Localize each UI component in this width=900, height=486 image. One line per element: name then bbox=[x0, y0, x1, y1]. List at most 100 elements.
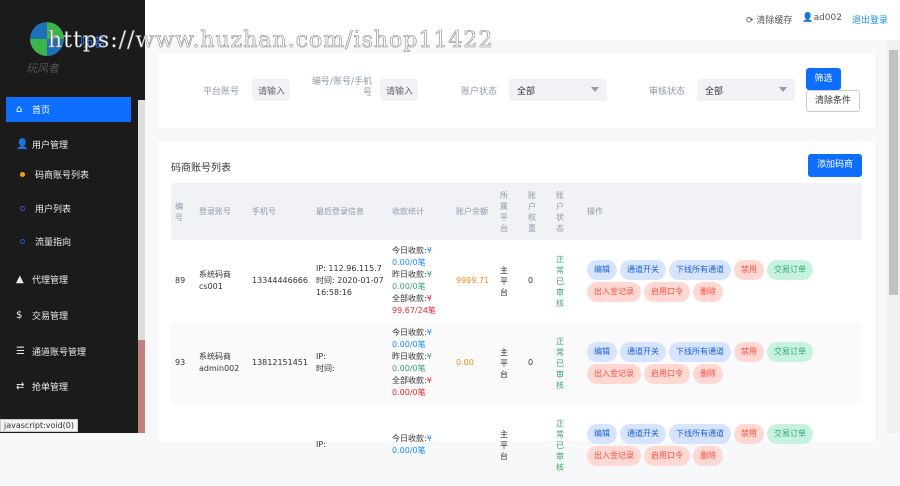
sidebar-item-user-management[interactable]: 👤 用户管理 bbox=[6, 132, 131, 157]
sidebar-item-channel[interactable]: ☰ 通道账号管理 bbox=[6, 339, 131, 364]
login-account: cs001 bbox=[199, 282, 223, 291]
action-button[interactable]: 出入金记录 bbox=[587, 364, 641, 384]
action-button[interactable]: 删除 bbox=[693, 446, 723, 466]
action-button[interactable]: 下线所有通道 bbox=[669, 424, 731, 444]
action-button[interactable]: 交易订单 bbox=[767, 424, 813, 444]
select-value: 全部 bbox=[705, 87, 724, 97]
column-header-label: 收款统计 bbox=[392, 207, 424, 216]
column-header: 所属平台 bbox=[496, 183, 524, 240]
action-button[interactable]: 通道开关 bbox=[620, 342, 666, 362]
cell-balance bbox=[452, 404, 496, 486]
label: 昨日收款: bbox=[392, 270, 427, 279]
cell-stats: 今日收款:¥ 0.00/0笔 昨日收款:¥ 0.00/0笔 全部收款:¥ 99.67/24… bbox=[388, 240, 452, 322]
sidebar-item-home[interactable]: ⌂ 首页 bbox=[6, 97, 131, 122]
column-header-label: 操作 bbox=[587, 207, 603, 216]
cell-id: 93 bbox=[171, 322, 195, 404]
action-button[interactable]: 编辑 bbox=[587, 424, 617, 444]
sidebar-item-merchant-list[interactable]: 码商账号列表 bbox=[6, 162, 131, 187]
cell-weight: 0 bbox=[524, 322, 552, 404]
chevron-down-icon bbox=[779, 87, 787, 96]
sidebar-item-traffic[interactable]: 流量指向 bbox=[6, 229, 131, 254]
clear-cache-button[interactable]: ⟳ 清除缓存 bbox=[746, 13, 792, 26]
action-button[interactable]: 下线所有通道 bbox=[669, 260, 731, 280]
add-merchant-button[interactable]: 添加码商 bbox=[808, 154, 862, 177]
label: 今日收款: bbox=[392, 328, 427, 337]
user-icon: 👤 bbox=[802, 13, 814, 23]
label: 今日收款: bbox=[392, 246, 427, 255]
column-header: 操作 bbox=[583, 183, 862, 240]
action-button[interactable]: 启用口令 bbox=[644, 282, 690, 302]
action-button[interactable]: 禁用 bbox=[734, 424, 764, 444]
weight: 0 bbox=[528, 276, 534, 285]
audit-status-label: 审核状态 bbox=[649, 87, 686, 97]
page-scrollbar[interactable] bbox=[887, 40, 900, 433]
page-scrollbar-thumb[interactable] bbox=[889, 50, 898, 295]
cell-phone: 13812151451 bbox=[248, 322, 312, 404]
sidebar-item-label: 流量指向 bbox=[35, 238, 72, 248]
phone: 13812151451 bbox=[252, 358, 308, 367]
action-button[interactable]: 通道开关 bbox=[620, 424, 666, 444]
filter-button[interactable]: 筛选 bbox=[806, 68, 841, 90]
user-menu[interactable]: 👤ad002 bbox=[802, 13, 842, 26]
action-button[interactable]: 出入金记录 bbox=[587, 446, 641, 466]
sidebar-item-label: 码商账号列表 bbox=[35, 171, 90, 181]
cell-login-info: IP: 112.96.115.7 时间: 2020-01-07 16:58:16 bbox=[312, 240, 388, 322]
logout-link[interactable]: 退出登录 bbox=[852, 13, 888, 26]
action-button[interactable]: 通道开关 bbox=[620, 260, 666, 280]
action-button[interactable]: 启用口令 bbox=[644, 446, 690, 466]
sidebar-item-user-list[interactable]: 用户列表 bbox=[6, 196, 131, 221]
logo-text: 呖若 bbox=[80, 36, 107, 51]
cell-phone bbox=[248, 404, 312, 486]
bell-icon: ▲ bbox=[16, 274, 24, 285]
action-button[interactable]: 启用口令 bbox=[644, 364, 690, 384]
action-button[interactable]: 编辑 bbox=[587, 260, 617, 280]
top-header: ⟳ 清除缓存 👤ad002 退出登录 bbox=[145, 0, 900, 40]
platform-input[interactable]: 请输入 bbox=[252, 79, 290, 101]
id-input[interactable]: 请输入 bbox=[380, 79, 418, 101]
login-ip: IP: 112.96.115.7 bbox=[316, 264, 382, 273]
action-button[interactable]: 删除 bbox=[693, 364, 723, 384]
label: 全部收款: bbox=[392, 294, 427, 303]
action-button[interactable]: 交易订单 bbox=[767, 260, 813, 280]
dot-icon bbox=[20, 206, 25, 211]
sidebar-item-grab[interactable]: ⇄ 抢单管理 bbox=[6, 374, 131, 399]
cell-account: 系统码商 admin002 bbox=[195, 322, 248, 404]
action-button[interactable]: 下线所有通道 bbox=[669, 342, 731, 362]
column-header: 最后登录信息 bbox=[312, 183, 388, 240]
clear-filter-button[interactable]: 清除条件 bbox=[806, 90, 860, 112]
cell-status: 正常已审核 bbox=[552, 404, 583, 486]
action-button[interactable]: 交易订单 bbox=[767, 342, 813, 362]
weight: 0 bbox=[528, 358, 534, 367]
total-amount: 99.67/24笔 bbox=[392, 306, 436, 315]
login-account: admin002 bbox=[199, 364, 240, 373]
cell-platform: 主平台 bbox=[496, 322, 524, 404]
cell-stats: 今日收款:¥ 0.00/0笔 昨日收款:¥ 0.00/0笔 全部收款:¥ 0.00/0笔 bbox=[388, 322, 452, 404]
action-button[interactable]: 编辑 bbox=[587, 342, 617, 362]
sidebar-scrollbar-thumb[interactable] bbox=[138, 340, 145, 433]
cell-platform: 主平台 bbox=[496, 240, 524, 322]
login-ip: IP: bbox=[316, 440, 326, 449]
yen-icon: ¥ bbox=[426, 270, 432, 279]
action-button[interactable]: 出入金记录 bbox=[587, 282, 641, 302]
sidebar-item-trade[interactable]: $ 交易管理 bbox=[6, 303, 131, 328]
column-header-label: 手机号 bbox=[252, 207, 276, 216]
cell-weight bbox=[524, 404, 552, 486]
action-button[interactable]: 禁用 bbox=[734, 260, 764, 280]
home-icon: ⌂ bbox=[16, 104, 23, 115]
audit-status-select[interactable]: 全部 bbox=[697, 79, 795, 101]
cell-status: 正常已审核 bbox=[552, 240, 583, 322]
merchant-name: 系统码商 bbox=[199, 352, 231, 361]
column-header: 账户状态 bbox=[552, 183, 583, 240]
exchange-icon: ⇄ bbox=[16, 381, 25, 392]
list-title: 码商账号列表 bbox=[171, 163, 231, 174]
yen-icon: ¥ bbox=[426, 246, 432, 255]
sidebar-item-label: 用户列表 bbox=[35, 205, 72, 215]
sidebar-item-agent[interactable]: ▲ 代理管理 bbox=[6, 267, 131, 292]
account-status-select[interactable]: 全部 bbox=[509, 79, 607, 101]
id: 89 bbox=[175, 276, 186, 285]
status-bar-url: javascript:void(0) bbox=[0, 419, 79, 432]
logo bbox=[30, 22, 64, 56]
action-button[interactable]: 删除 bbox=[693, 282, 723, 302]
action-button[interactable]: 禁用 bbox=[734, 342, 764, 362]
yen-icon: ¥ bbox=[426, 328, 432, 337]
